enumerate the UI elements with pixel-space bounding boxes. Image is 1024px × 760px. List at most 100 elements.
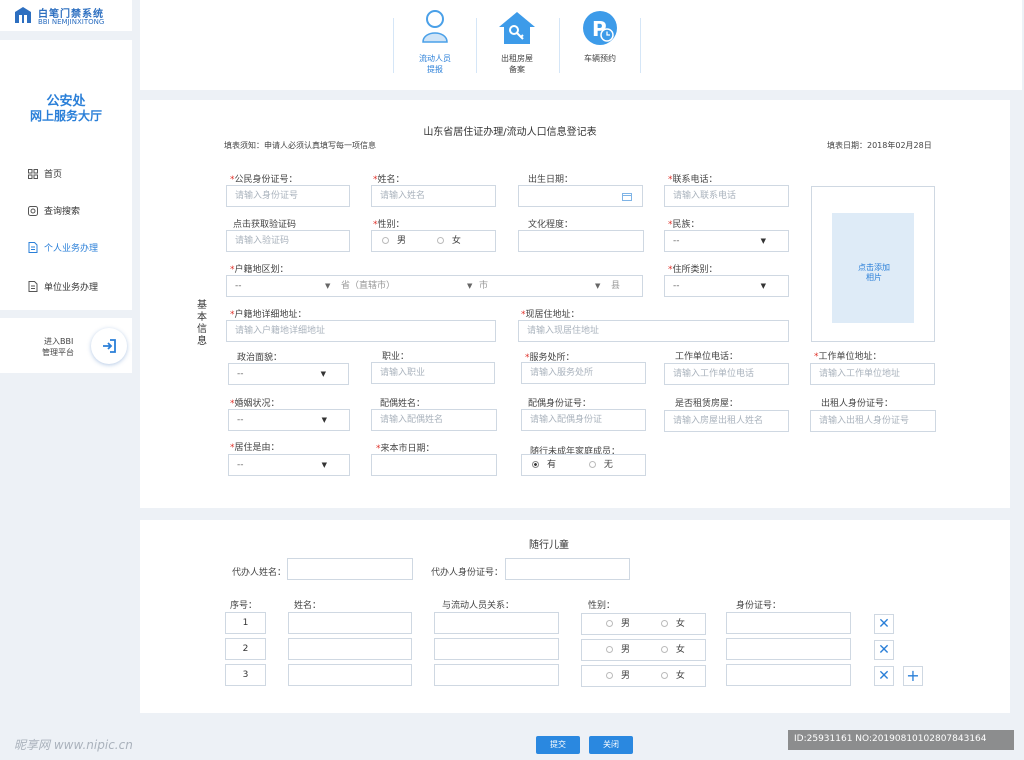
radio-female[interactable] (436, 237, 444, 244)
grid-icon (28, 168, 38, 179)
spouse-id-label: 配偶身份证号： (528, 399, 592, 409)
verify-code-input[interactable]: 请输入验证码 (226, 230, 350, 252)
sidebar-item-search[interactable]: 查询搜索 (28, 204, 80, 217)
child-relation-input[interactable] (434, 638, 559, 660)
get-code-link[interactable]: 点击获取验证码 (233, 217, 296, 230)
current-address-label: *现居住地址： (521, 310, 580, 320)
agent-name-label: 代办人姓名： (232, 568, 287, 578)
tab-vehicle-booking[interactable]: P 车辆预约 (565, 10, 635, 82)
residence-type-select[interactable]: -- ▼ (664, 275, 789, 297)
spouse-name-input[interactable]: 请输入配偶姓名 (371, 409, 497, 431)
enter-platform-line2: 管理平台 (42, 348, 74, 357)
col-id-header: 身份证号： (736, 601, 782, 611)
child-no-cell: 3 (225, 664, 266, 686)
calendar-icon (622, 193, 632, 201)
arrival-date-input[interactable] (371, 454, 497, 476)
landlord-id-input[interactable]: 请输入出租人身份证号 (810, 410, 936, 432)
birth-date-input[interactable] (518, 185, 643, 207)
child-id-input[interactable] (726, 612, 851, 634)
child-gender-radio[interactable]: 男 女 (581, 665, 706, 687)
form-title: 山东省居住证办理/流动人口信息登记表 (423, 127, 597, 138)
sidebar-item-label: 单位业务办理 (44, 283, 99, 293)
phone-input[interactable]: 请输入联系电话 (664, 185, 789, 207)
marital-select[interactable]: -- ▼ (228, 409, 350, 431)
search-icon (28, 205, 38, 216)
submit-button[interactable]: 提交 (536, 736, 580, 754)
tab-label-line2: 备案 (509, 65, 525, 74)
delete-row-button[interactable]: ✕ (874, 614, 894, 634)
top-nav-divider (559, 18, 560, 73)
tab-rental-house[interactable]: 出租房屋 备案 (482, 10, 552, 82)
sidebar-item-personal[interactable]: 个人业务办理 (28, 241, 98, 254)
col-relation-header: 与流动人员关系： (442, 601, 515, 611)
spouse-id-input[interactable]: 请输入配偶身份证 (521, 409, 646, 431)
enter-platform-button[interactable] (91, 328, 127, 364)
sidebar-item-home[interactable]: 首页 (28, 167, 62, 180)
hukou-region-select[interactable]: -- ▼ 省（直辖市） ▼ 市 ▼ 县 (226, 275, 643, 297)
sidebar-item-company[interactable]: 单位业务办理 (28, 280, 98, 293)
county-select[interactable]: 县 (611, 276, 620, 296)
radio-minors-no[interactable] (588, 461, 596, 468)
id-number-input[interactable]: 请输入身份证号 (226, 185, 350, 207)
child-gender-radio[interactable]: 男 女 (581, 613, 706, 635)
education-input[interactable] (518, 230, 644, 252)
radio-minors-yes[interactable] (532, 461, 539, 468)
reason-label: *居住是由： (230, 443, 280, 453)
hukou-address-input[interactable]: 请输入户籍地详细地址 (226, 320, 496, 342)
delete-row-button[interactable]: ✕ (874, 640, 894, 660)
job-label: 职业： (382, 352, 410, 362)
ethnic-select[interactable]: -- ▼ (664, 230, 789, 252)
brand-subtitle: BBI NEMJINXITONG (38, 18, 105, 26)
top-nav-divider (476, 18, 477, 73)
minors-radio-group[interactable]: 有 无 (521, 454, 646, 476)
agent-id-input[interactable] (505, 558, 630, 580)
politics-select[interactable]: -- ▼ (228, 363, 349, 385)
child-gender-radio[interactable]: 男 女 (581, 639, 706, 661)
photo-add-text-2: 相片 (866, 273, 882, 282)
enter-platform-panel[interactable]: 进入BBI 管理平台 (0, 318, 132, 373)
child-name-input[interactable] (288, 638, 412, 660)
job-input[interactable]: 请输入职业 (371, 362, 495, 384)
education-label: 文化程度： (528, 220, 574, 230)
city-select[interactable]: 市 (479, 276, 488, 296)
child-name-input[interactable] (288, 664, 412, 686)
document-icon (28, 242, 38, 253)
add-row-button[interactable]: + (903, 666, 923, 686)
top-nav: 流动人员 提报 出租房屋 备案 P 车辆预约 (140, 0, 1022, 90)
residence-type-label: *住所类别： (668, 265, 718, 275)
tab-label-line2: 提报 (427, 65, 443, 74)
child-name-input[interactable] (288, 612, 412, 634)
close-button[interactable]: 关闭 (589, 736, 633, 754)
child-id-input[interactable] (726, 664, 851, 686)
current-address-input[interactable]: 请输入现居住地址 (518, 320, 789, 342)
child-id-input[interactable] (726, 638, 851, 660)
gender-radio-group[interactable]: 男 女 (371, 230, 496, 252)
delete-row-button[interactable]: ✕ (874, 666, 894, 686)
hukou-region-label: *户籍地区划： (230, 265, 289, 275)
sidebar: 公安处 网上服务大厅 首页 查询搜索 个人业务办理 单位业务办理 (0, 40, 132, 310)
radio-male[interactable] (382, 237, 389, 244)
service-place-input[interactable]: 请输入服务处所 (521, 362, 646, 384)
ethnic-label: *民族： (668, 220, 700, 230)
work-phone-input[interactable]: 请输入工作单位电话 (664, 363, 789, 385)
landlord-name-input[interactable]: 请输入房屋出租人姓名 (664, 410, 789, 432)
tab-floating-person[interactable]: 流动人员 提报 (400, 8, 470, 80)
tab-label-line1: 流动人员 (419, 54, 451, 63)
children-title: 随行儿童 (529, 540, 569, 551)
agent-name-input[interactable] (287, 558, 413, 580)
child-relation-input[interactable] (434, 664, 559, 686)
document-icon (28, 281, 38, 292)
hukou-address-label: *户籍地详细地址： (230, 310, 307, 320)
work-address-input[interactable]: 请输入工作单位地址 (810, 363, 935, 385)
col-no-header: 序号： (230, 601, 258, 611)
photo-box[interactable]: 点击添加 相片 (811, 186, 935, 342)
province-select[interactable]: 省（直辖市） (341, 276, 395, 296)
name-label: *姓名： (373, 175, 405, 185)
house-key-icon (499, 12, 535, 44)
reason-select[interactable]: -- ▼ (228, 454, 350, 476)
parking-clock-icon: P (583, 11, 617, 45)
org-name-line2: 网上服务大厅 (29, 109, 102, 123)
child-relation-input[interactable] (434, 612, 559, 634)
watermark-right-text: ID:25931161 NO:20190810102807843164 (794, 734, 987, 744)
name-input[interactable]: 请输入姓名 (371, 185, 496, 207)
